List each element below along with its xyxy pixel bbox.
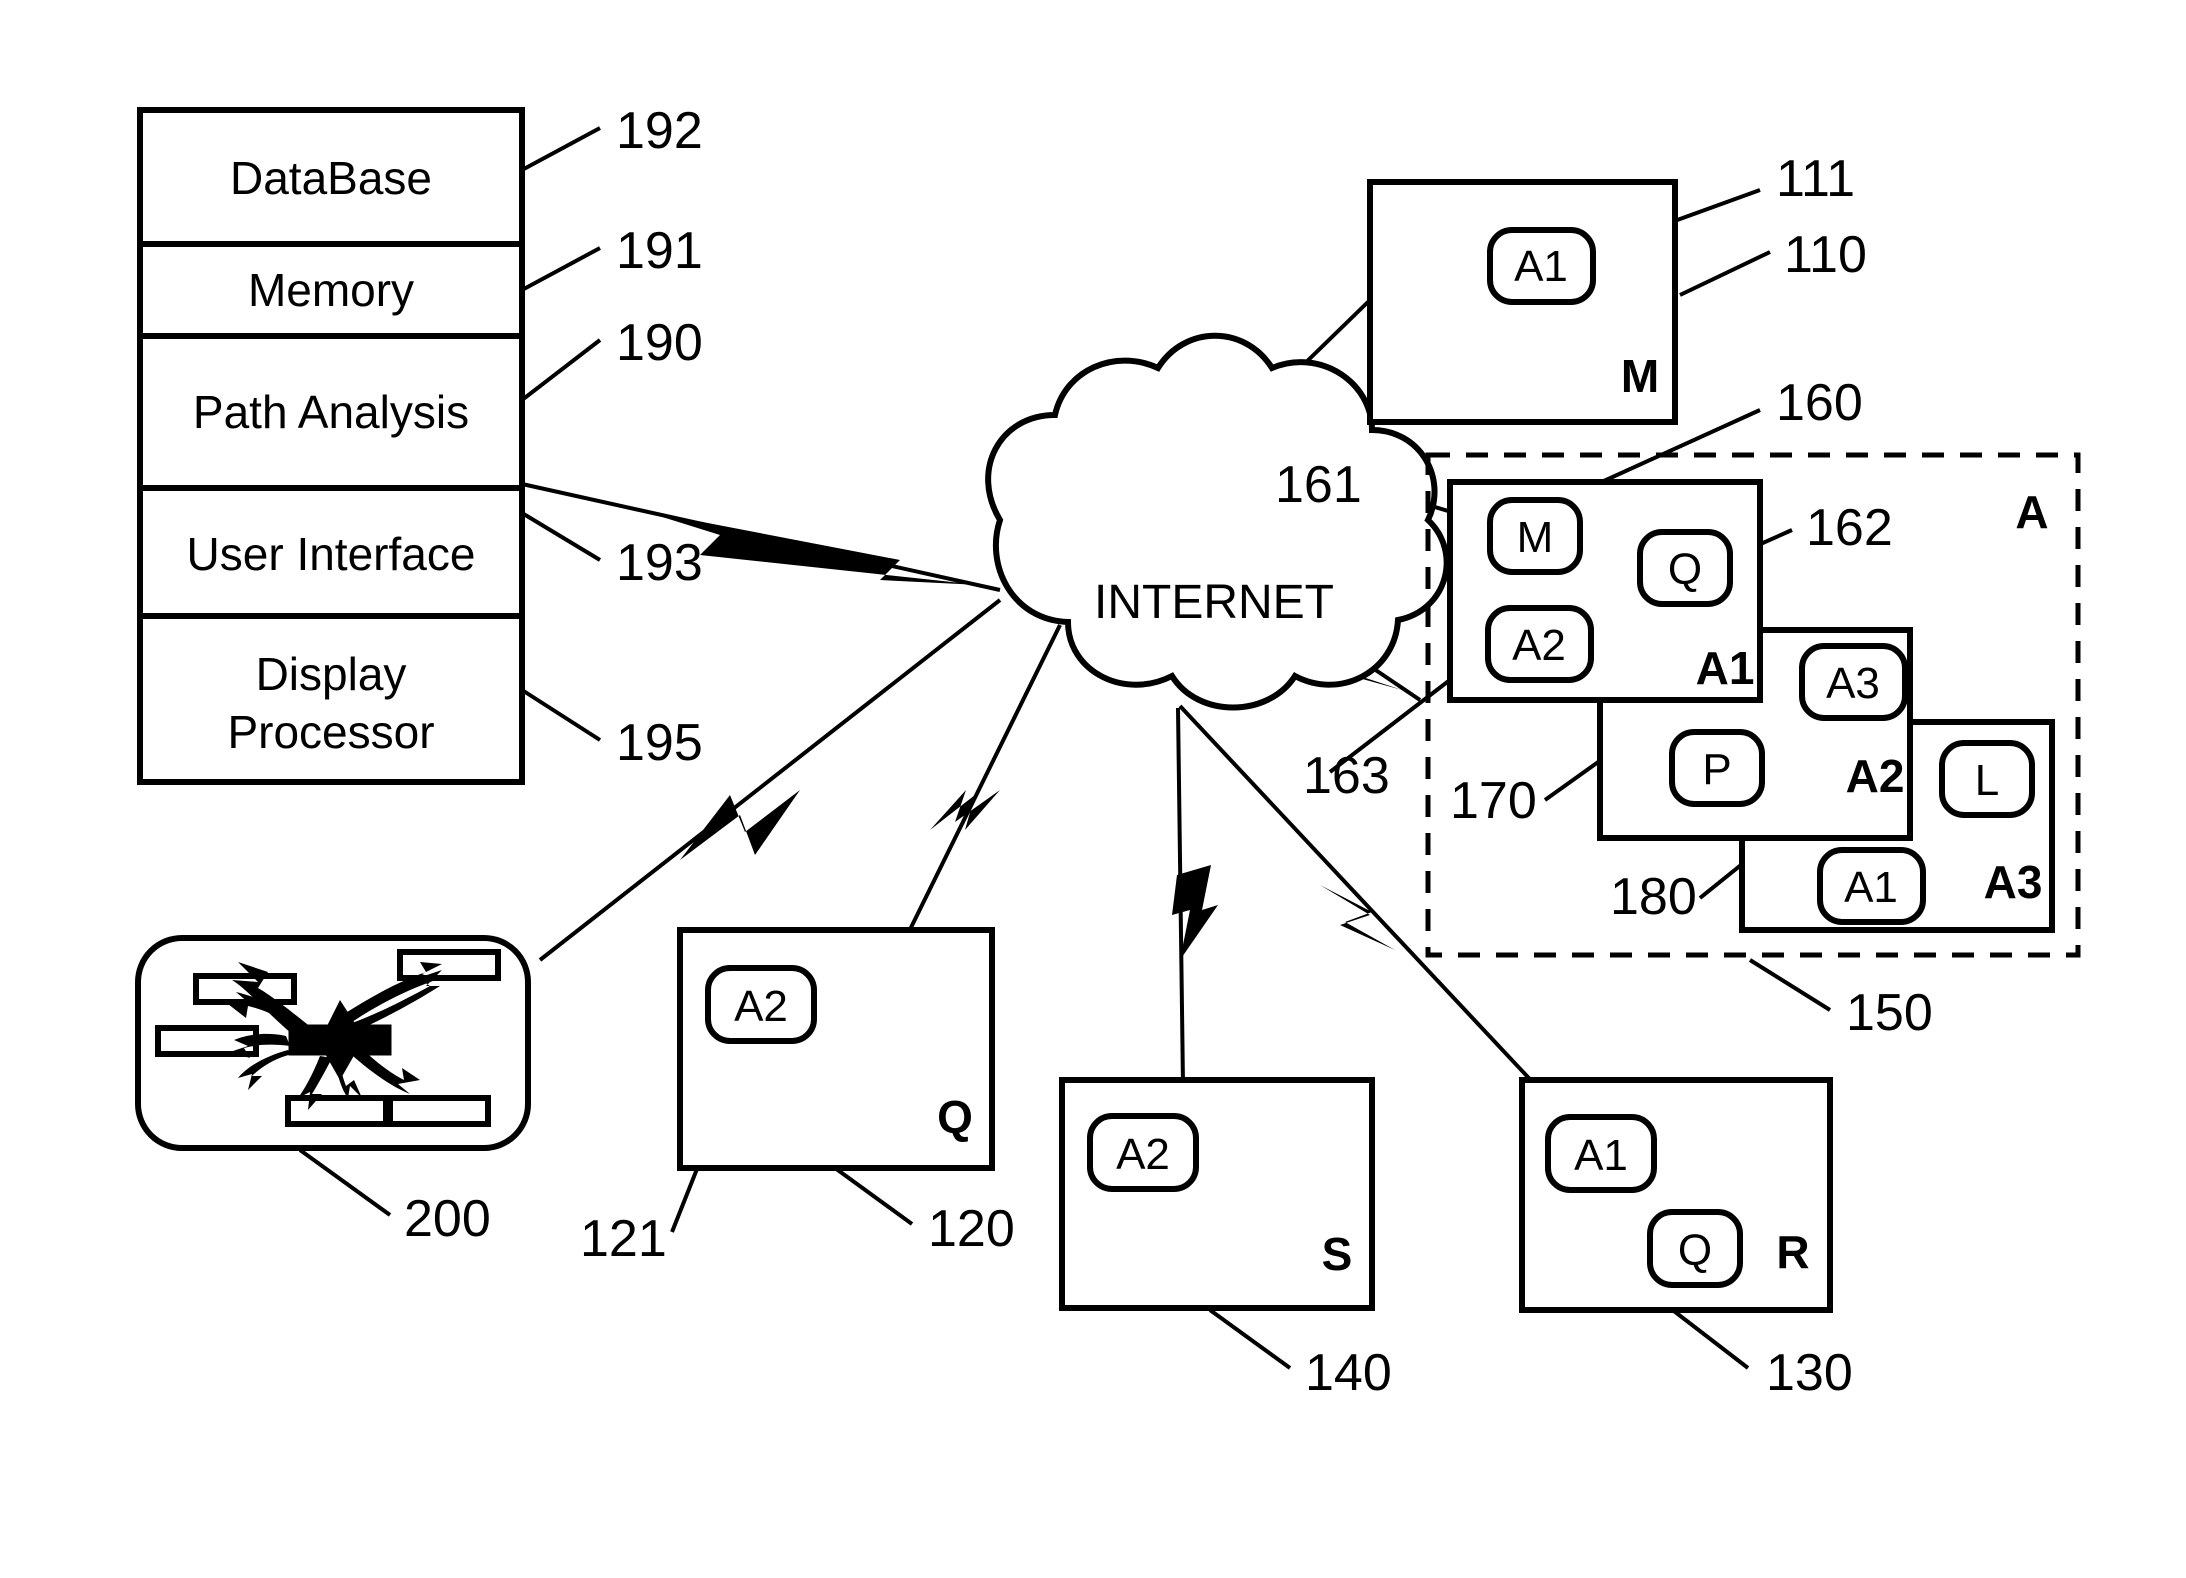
- ref-label-195: 195: [616, 714, 703, 772]
- module-label-user-interface: User Interface: [187, 528, 476, 580]
- ref-label-161: 161: [1275, 456, 1362, 514]
- agent-a2-121-label: A2: [734, 982, 788, 1031]
- agent-m-161-label: M: [1517, 513, 1554, 562]
- agent-a3-label: A3: [1826, 659, 1880, 708]
- ref-label-180: 180: [1610, 868, 1697, 926]
- module-label-path-analysis: Path Analysis: [193, 386, 469, 438]
- ref-label-111: 111: [1776, 150, 1855, 208]
- agent-a1-180-label: A1: [1844, 863, 1898, 912]
- module-label-display: Display: [256, 648, 407, 700]
- zone-150-label-a: A: [2015, 486, 2048, 538]
- agent-p-label: P: [1702, 745, 1731, 794]
- node-180-corner-label: A3: [1984, 856, 2043, 908]
- module-label-database: DataBase: [230, 152, 432, 204]
- ref-label-163: 163: [1303, 747, 1390, 805]
- agent-q-130-label: Q: [1678, 1226, 1712, 1275]
- module-label-memory: Memory: [248, 264, 414, 316]
- ref-label-162: 162: [1806, 499, 1893, 557]
- ref-label-170: 170: [1450, 772, 1537, 830]
- ref-label-121: 121: [580, 1210, 667, 1268]
- agent-a2-163-label: A2: [1512, 621, 1566, 670]
- ref-label-200: 200: [404, 1190, 491, 1248]
- node-170-corner-label: A2: [1846, 750, 1905, 802]
- node-140-corner-label: S: [1322, 1228, 1353, 1280]
- agent-a2-140-label: A2: [1116, 1130, 1170, 1179]
- ref-label-190: 190: [616, 314, 703, 372]
- ref-label-192: 192: [616, 102, 703, 160]
- agent-l-label: L: [1975, 756, 1999, 805]
- module-label-processor: Processor: [227, 706, 434, 758]
- node-110-corner-label: M: [1621, 350, 1659, 402]
- ref-label-160: 160: [1776, 374, 1863, 432]
- text-layer: DataBase Memory Path Analysis User Inter…: [187, 102, 2049, 1402]
- ref-label-193: 193: [616, 534, 703, 592]
- node-120-corner-label: Q: [937, 1091, 973, 1143]
- ref-label-120: 120: [928, 1200, 1015, 1258]
- ref-label-140: 140: [1305, 1344, 1392, 1402]
- ref-label-150: 150: [1846, 984, 1933, 1042]
- node-130-corner-label: R: [1776, 1226, 1809, 1278]
- node-160-corner-label: A1: [1696, 642, 1755, 694]
- agent-a1-130-label: A1: [1574, 1131, 1628, 1180]
- ref-label-130: 130: [1766, 1344, 1853, 1402]
- internet-label: INTERNET: [1094, 576, 1334, 629]
- agent-a1-111-label: A1: [1514, 242, 1568, 291]
- ref-label-110: 110: [1784, 226, 1867, 284]
- patent-figure-canvas: DataBase Memory Path Analysis User Inter…: [0, 0, 2186, 1578]
- agent-q-162-label: Q: [1668, 545, 1702, 594]
- ref-label-191: 191: [616, 222, 703, 280]
